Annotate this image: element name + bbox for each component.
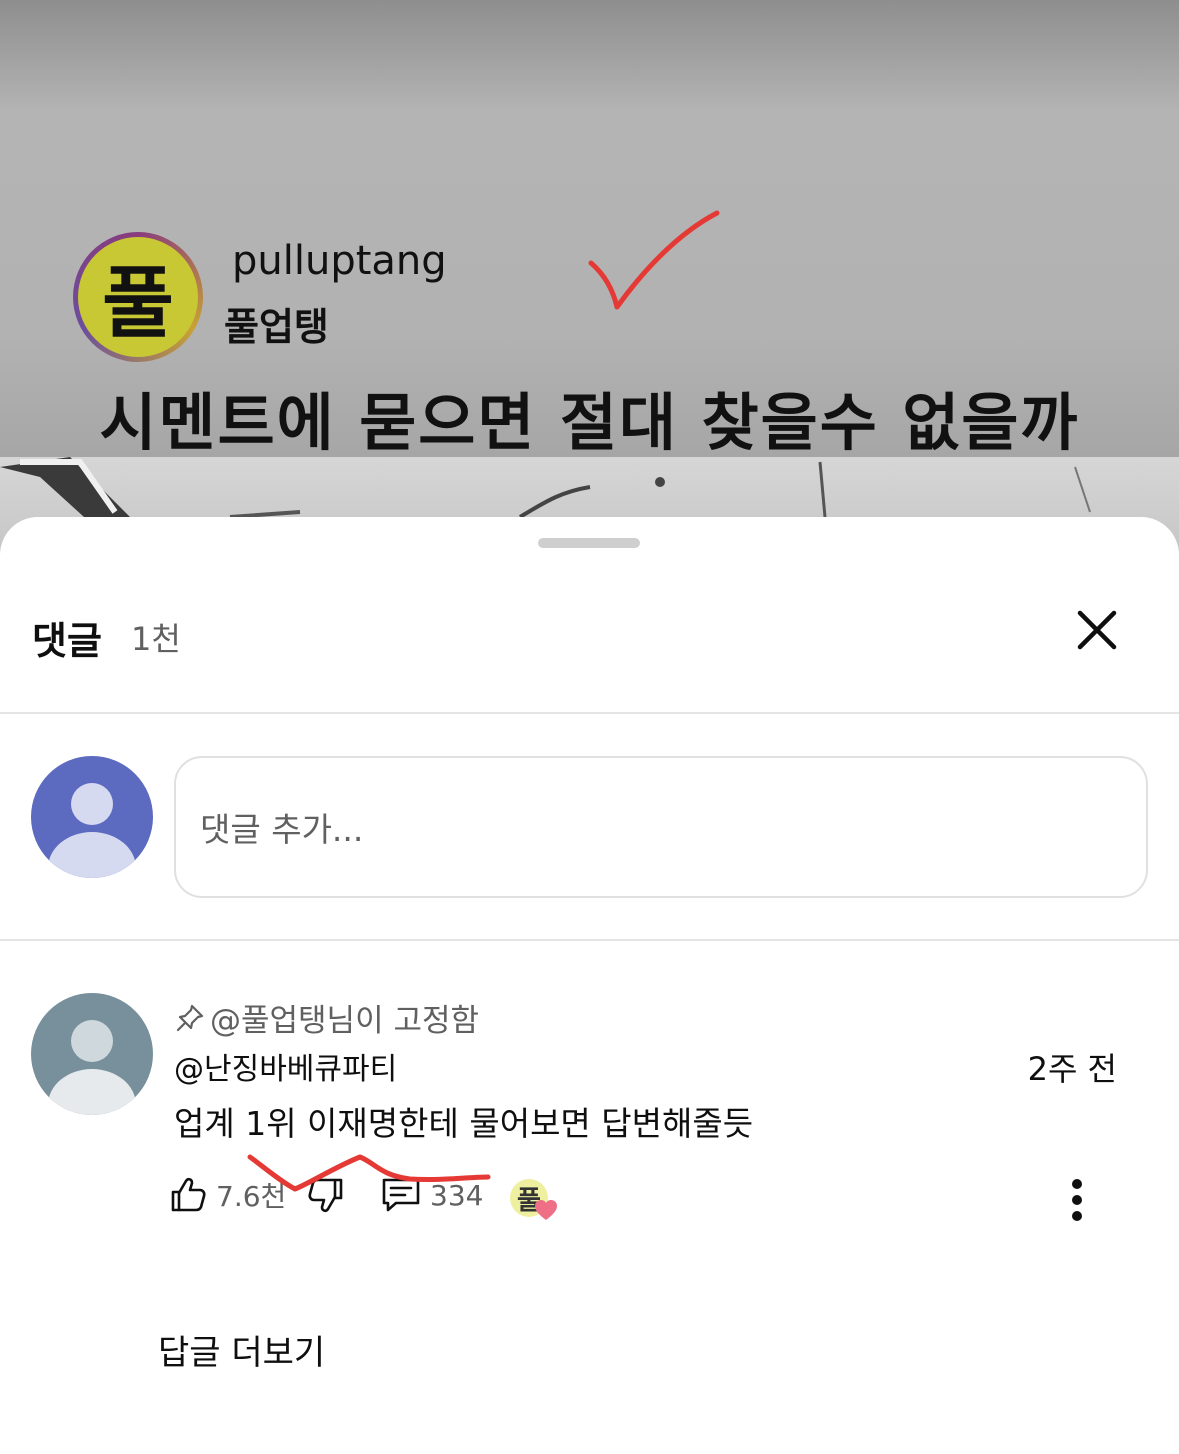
video-caption: 시멘트에 묻으면 절대 찾을수 없을까: [99, 386, 1080, 459]
avatar-person-icon: [31, 993, 153, 1115]
comment-more-button[interactable]: [1054, 1175, 1100, 1225]
underline-annotation-icon: [247, 1154, 491, 1192]
close-button[interactable]: [1068, 601, 1126, 659]
comments-sheet: 댓글 1천 댓글 추가... @풀업탱님이 고정함 @난징바베큐파티 2주 전 …: [0, 517, 1179, 1454]
pinned-label: @풀업탱님이 고정함: [210, 1003, 480, 1039]
more-vert-icon: [1072, 1179, 1082, 1221]
avatar-person-icon: [31, 756, 153, 878]
pin-icon: [176, 1004, 204, 1031]
sheet-drag-handle[interactable]: [538, 538, 640, 548]
check-mark-annotation-icon: [588, 210, 720, 310]
close-icon: [1077, 610, 1117, 650]
composer-divider: [0, 939, 1179, 941]
comment-time: 2주 전: [1027, 1050, 1117, 1088]
view-replies-button[interactable]: 답글 더보기: [158, 1325, 325, 1374]
creator-heart-badge: 풀: [510, 1179, 558, 1227]
header-divider: [0, 712, 1179, 714]
comment-author[interactable]: @난징바베큐파티: [174, 1044, 397, 1088]
channel-logo: 풀: [73, 232, 203, 362]
user-avatar[interactable]: [31, 756, 153, 878]
add-comment-placeholder: 댓글 추가...: [200, 810, 364, 849]
commenter-avatar[interactable]: [31, 993, 153, 1115]
video-player[interactable]: 풀 pulluptang 풀업탱 시멘트에 묻으면 절대 찾을수 없을까: [0, 0, 1179, 560]
thumbs-up-icon: [171, 1177, 206, 1212]
pinned-indicator: @풀업탱님이 고정함: [174, 995, 479, 1040]
comments-count: 1천: [131, 620, 181, 658]
channel-handle: pulluptang: [232, 238, 447, 284]
heart-icon: [535, 1200, 557, 1220]
add-comment-input[interactable]: 댓글 추가...: [174, 756, 1148, 898]
channel-logo-text: 풀: [78, 237, 198, 357]
comments-title: 댓글: [32, 619, 102, 663]
channel-name: 풀업탱: [224, 305, 329, 349]
comment-text: 업계 1위 이재명한테 물어보면 답변해줄듯: [174, 1104, 754, 1143]
